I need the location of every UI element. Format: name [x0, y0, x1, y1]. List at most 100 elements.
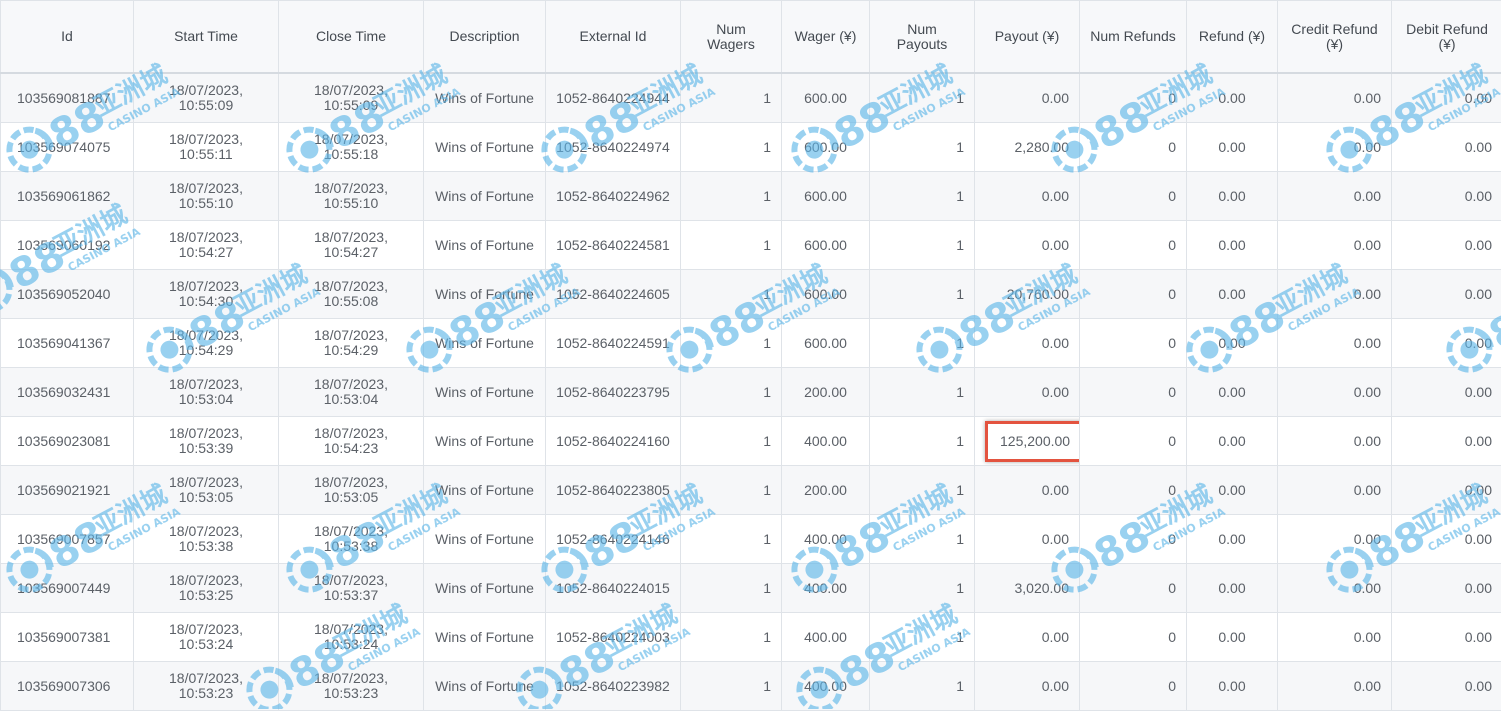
cell-num-refunds: 0 [1080, 564, 1187, 613]
cell-start-time: 18/07/2023, 10:54:30 [134, 270, 279, 319]
cell-payout: 0.00 [975, 73, 1080, 123]
cell-description: Wins of Fortune [424, 319, 546, 368]
cell-num-wagers: 1 [681, 270, 782, 319]
table-row[interactable]: 10356907407518/07/2023, 10:55:1118/07/20… [1, 123, 1501, 172]
cell-external-id: 1052-8640224605 [546, 270, 681, 319]
cell-id: 103569061862 [1, 172, 134, 221]
table-row[interactable]: 10356900785718/07/2023, 10:53:3818/07/20… [1, 515, 1501, 564]
cell-description: Wins of Fortune [424, 662, 546, 711]
cell-num-payouts: 1 [870, 613, 975, 662]
cell-close-time: 18/07/2023, 10:55:10 [279, 172, 424, 221]
col-header-start-time[interactable]: Start Time [134, 1, 279, 74]
table-row[interactable]: 10356906186218/07/2023, 10:55:1018/07/20… [1, 172, 1501, 221]
cell-external-id: 1052-8640223805 [546, 466, 681, 515]
cell-wager: 400.00 [782, 515, 870, 564]
cell-start-time: 18/07/2023, 10:53:39 [134, 417, 279, 466]
cell-id: 103569007306 [1, 662, 134, 711]
cell-id: 103569032431 [1, 368, 134, 417]
cell-refund: 0.00 [1187, 613, 1278, 662]
cell-close-time: 18/07/2023, 10:55:08 [279, 270, 424, 319]
cell-start-time: 18/07/2023, 10:53:05 [134, 466, 279, 515]
cell-num-payouts: 1 [870, 466, 975, 515]
cell-debit-refund: 0.00 [1392, 221, 1501, 270]
col-header-description[interactable]: Description [424, 1, 546, 74]
cell-num-wagers: 1 [681, 221, 782, 270]
cell-debit-refund: 0.00 [1392, 172, 1501, 221]
cell-description: Wins of Fortune [424, 123, 546, 172]
cell-credit-refund: 0.00 [1278, 417, 1392, 466]
cell-num-refunds: 0 [1080, 73, 1187, 123]
col-header-num-payouts[interactable]: Num Payouts [870, 1, 975, 74]
cell-wager: 600.00 [782, 123, 870, 172]
cell-num-payouts: 1 [870, 270, 975, 319]
col-header-id[interactable]: Id [1, 1, 134, 74]
table-row[interactable]: 10356902192118/07/2023, 10:53:0518/07/20… [1, 466, 1501, 515]
cell-external-id: 1052-8640223795 [546, 368, 681, 417]
cell-close-time: 18/07/2023, 10:53:23 [279, 662, 424, 711]
cell-close-time: 18/07/2023, 10:53:37 [279, 564, 424, 613]
cell-num-refunds: 0 [1080, 662, 1187, 711]
cell-payout: 20,760.00 [975, 270, 1080, 319]
cell-close-time: 18/07/2023, 10:55:09 [279, 73, 424, 123]
cell-external-id: 1052-8640224581 [546, 221, 681, 270]
cell-num-payouts: 1 [870, 564, 975, 613]
cell-wager: 600.00 [782, 270, 870, 319]
cell-id: 103569007381 [1, 613, 134, 662]
cell-num-payouts: 1 [870, 417, 975, 466]
cell-start-time: 18/07/2023, 10:54:29 [134, 319, 279, 368]
header-row: Id Start Time Close Time Description Ext… [1, 1, 1501, 74]
table-row[interactable]: 10356902308118/07/2023, 10:53:3918/07/20… [1, 417, 1501, 466]
table-row[interactable]: 10356903243118/07/2023, 10:53:0418/07/20… [1, 368, 1501, 417]
cell-start-time: 18/07/2023, 10:53:38 [134, 515, 279, 564]
cell-close-time: 18/07/2023, 10:53:04 [279, 368, 424, 417]
table-row[interactable]: 10356900730618/07/2023, 10:53:2318/07/20… [1, 662, 1501, 711]
cell-id: 103569021921 [1, 466, 134, 515]
cell-num-wagers: 1 [681, 123, 782, 172]
cell-num-refunds: 0 [1080, 221, 1187, 270]
col-header-payout[interactable]: Payout (¥) [975, 1, 1080, 74]
cell-wager: 400.00 [782, 564, 870, 613]
cell-description: Wins of Fortune [424, 172, 546, 221]
table-header: Id Start Time Close Time Description Ext… [1, 1, 1501, 74]
cell-refund: 0.00 [1187, 123, 1278, 172]
cell-num-wagers: 1 [681, 515, 782, 564]
table-row[interactable]: 10356900744918/07/2023, 10:53:2518/07/20… [1, 564, 1501, 613]
cell-id: 103569060192 [1, 221, 134, 270]
col-header-refund[interactable]: Refund (¥) [1187, 1, 1278, 74]
cell-payout: 0.00 [975, 319, 1080, 368]
cell-debit-refund: 0.00 [1392, 368, 1501, 417]
cell-refund: 0.00 [1187, 466, 1278, 515]
cell-refund: 0.00 [1187, 270, 1278, 319]
col-header-num-wagers[interactable]: Num Wagers [681, 1, 782, 74]
cell-refund: 0.00 [1187, 172, 1278, 221]
cell-wager: 200.00 [782, 466, 870, 515]
table-row[interactable]: 10356904136718/07/2023, 10:54:2918/07/20… [1, 319, 1501, 368]
col-header-credit-refund[interactable]: Credit Refund (¥) [1278, 1, 1392, 74]
table-row[interactable]: 10356900738118/07/2023, 10:53:2418/07/20… [1, 613, 1501, 662]
cell-payout: 2,280.00 [975, 123, 1080, 172]
cell-debit-refund: 0.00 [1392, 123, 1501, 172]
table-row[interactable]: 10356908188718/07/2023, 10:55:0918/07/20… [1, 73, 1501, 123]
cell-debit-refund: 0.00 [1392, 515, 1501, 564]
cell-num-wagers: 1 [681, 319, 782, 368]
cell-num-refunds: 0 [1080, 368, 1187, 417]
cell-start-time: 18/07/2023, 10:53:24 [134, 613, 279, 662]
col-header-external-id[interactable]: External Id [546, 1, 681, 74]
cell-refund: 0.00 [1187, 368, 1278, 417]
col-header-debit-refund[interactable]: Debit Refund (¥) [1392, 1, 1501, 74]
cell-credit-refund: 0.00 [1278, 466, 1392, 515]
col-header-wager[interactable]: Wager (¥) [782, 1, 870, 74]
cell-external-id: 1052-8640224591 [546, 319, 681, 368]
highlighted-payout-box: 125,200.00 [985, 421, 1080, 462]
col-header-num-refunds[interactable]: Num Refunds [1080, 1, 1187, 74]
cell-id: 103569074075 [1, 123, 134, 172]
cell-refund: 0.00 [1187, 417, 1278, 466]
table-row[interactable]: 10356906019218/07/2023, 10:54:2718/07/20… [1, 221, 1501, 270]
table-row[interactable]: 10356905204018/07/2023, 10:54:3018/07/20… [1, 270, 1501, 319]
cell-debit-refund: 0.00 [1392, 73, 1501, 123]
cell-credit-refund: 0.00 [1278, 270, 1392, 319]
cell-close-time: 18/07/2023, 10:53:38 [279, 515, 424, 564]
cell-wager: 600.00 [782, 319, 870, 368]
col-header-close-time[interactable]: Close Time [279, 1, 424, 74]
cell-start-time: 18/07/2023, 10:54:27 [134, 221, 279, 270]
